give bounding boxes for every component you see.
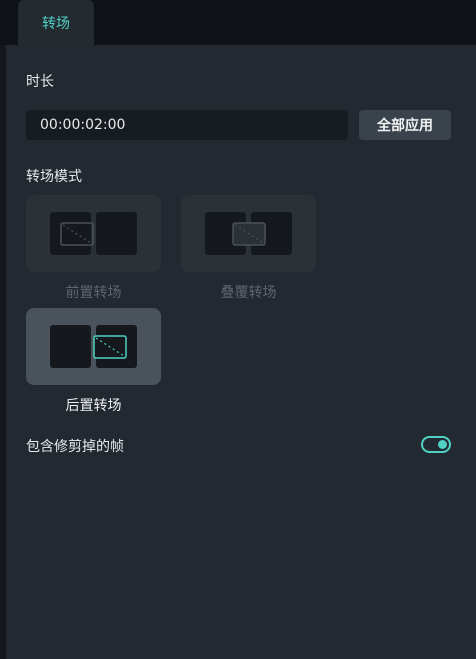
transition-overlay-icon — [93, 335, 127, 359]
mode-option-overlap-label: 叠覆转场 — [220, 285, 277, 301]
mode-option-overlap[interactable] — [181, 195, 316, 272]
mode-option-suffix-label: 后置转场 — [65, 398, 122, 414]
apply-all-button[interactable]: 全部应用 — [359, 110, 451, 140]
transition-mode-label: 转场模式 — [26, 169, 82, 185]
transition-overlay-icon — [232, 222, 266, 246]
tab-bar: 转场 — [0, 0, 476, 45]
duration-label: 时长 — [26, 74, 54, 90]
duration-input[interactable]: 00:00:02:00 — [26, 110, 348, 140]
include-trimmed-label: 包含修剪掉的帧 — [26, 439, 124, 455]
transition-settings-panel: 时长 00:00:02:00 全部应用 转场模式 前置转场 叠覆转场 后置转场 … — [6, 45, 476, 659]
transition-overlay-icon — [60, 222, 94, 246]
mode-option-prefix-label: 前置转场 — [65, 285, 122, 301]
toggle-knob — [438, 440, 447, 449]
include-trimmed-toggle[interactable] — [421, 436, 451, 453]
clip-b-icon — [96, 212, 137, 255]
duration-value: 00:00:02:00 — [40, 117, 126, 133]
tab-transition[interactable]: 转场 — [18, 0, 94, 45]
mode-option-suffix[interactable] — [26, 308, 161, 385]
mode-option-prefix[interactable] — [26, 195, 161, 272]
clip-a-icon — [50, 325, 91, 368]
